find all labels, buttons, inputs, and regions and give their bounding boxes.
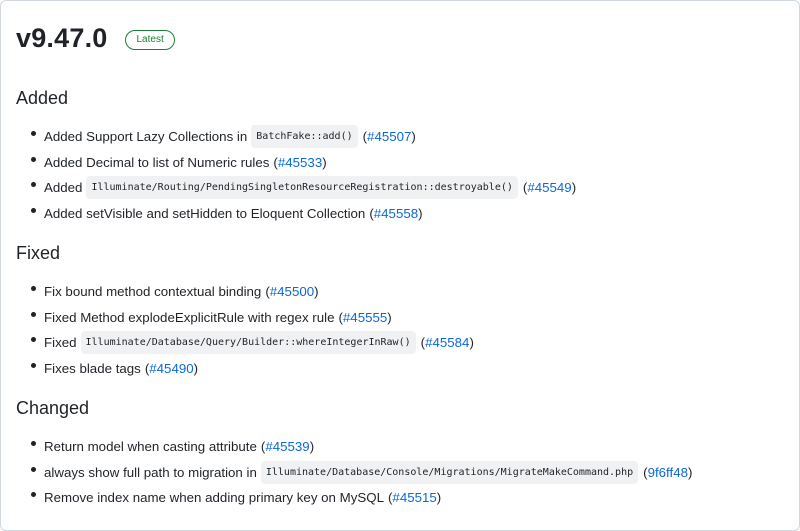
release-version-title: v9.47.0 bbox=[16, 23, 108, 53]
list-item: Fixed Method explodeExplicitRule with re… bbox=[16, 305, 786, 331]
list-item: Added Decimal to list of Numeric rules (… bbox=[16, 150, 786, 176]
item-text: Fixes blade tags bbox=[44, 360, 141, 376]
added-list: Added Support Lazy Collections in BatchF… bbox=[16, 124, 786, 226]
section-fixed: Fixed Fix bound method contextual bindin… bbox=[16, 243, 786, 381]
issue-link[interactable]: #45500 bbox=[270, 283, 314, 300]
item-text: Remove index name when adding primary ke… bbox=[44, 490, 384, 506]
issue-link[interactable]: #45539 bbox=[265, 438, 309, 455]
list-item: Fixes blade tags (#45490) bbox=[16, 356, 786, 382]
issue-link[interactable]: #45555 bbox=[343, 309, 387, 326]
release-card: v9.47.0 Latest Added Added Support Lazy … bbox=[0, 0, 800, 531]
list-item: Added Illuminate/Routing/PendingSingleto… bbox=[16, 175, 786, 201]
item-text: Added Decimal to list of Numeric rules bbox=[44, 154, 270, 170]
inline-code: BatchFake::add() bbox=[251, 125, 358, 149]
bullet-icon bbox=[31, 362, 36, 368]
list-item: Added setVisible and setHidden to Eloque… bbox=[16, 201, 786, 227]
item-text: Fix bound method contextual binding bbox=[44, 284, 262, 300]
item-text: Fixed Method explodeExplicitRule with re… bbox=[44, 309, 335, 325]
commit-link[interactable]: 9f6ff48 bbox=[648, 464, 688, 481]
list-item: Return model when casting attribute (#45… bbox=[16, 434, 786, 460]
changed-list: Return model when casting attribute (#45… bbox=[16, 434, 786, 511]
list-item: Added Support Lazy Collections in BatchF… bbox=[16, 124, 786, 150]
item-text: always show full path to migration in bbox=[44, 464, 257, 480]
item-text: Return model when casting attribute bbox=[44, 439, 257, 455]
fixed-list: Fix bound method contextual binding (#45… bbox=[16, 279, 786, 381]
bullet-icon bbox=[31, 337, 36, 342]
bullet-icon bbox=[31, 156, 36, 162]
bullet-icon bbox=[31, 207, 36, 213]
item-text: Added Support Lazy Collections in bbox=[44, 129, 248, 145]
list-item: Fixed Illuminate/Database/Query/Builder:… bbox=[16, 330, 786, 356]
section-added: Added Added Support Lazy Collections in … bbox=[16, 88, 786, 226]
issue-link[interactable]: #45515 bbox=[392, 489, 436, 506]
issue-link[interactable]: #45584 bbox=[425, 334, 469, 351]
issue-link[interactable]: #45549 bbox=[527, 179, 571, 196]
section-title-fixed: Fixed bbox=[16, 243, 61, 263]
bullet-icon bbox=[31, 466, 36, 472]
list-item: Remove index name when adding primary ke… bbox=[16, 485, 786, 511]
latest-badge: Latest bbox=[125, 30, 175, 50]
bullet-icon bbox=[31, 311, 36, 317]
bullet-icon bbox=[31, 131, 36, 136]
issue-link[interactable]: #45533 bbox=[278, 154, 322, 171]
section-title-added: Added bbox=[16, 88, 69, 108]
bullet-icon bbox=[31, 441, 36, 446]
item-text: Added bbox=[44, 180, 83, 196]
release-header: v9.47.0 Latest bbox=[16, 23, 175, 54]
list-item: always show full path to migration in Il… bbox=[16, 460, 786, 486]
list-item: Fix bound method contextual binding (#45… bbox=[16, 279, 786, 305]
inline-code: Illuminate/Routing/PendingSingletonResou… bbox=[86, 176, 518, 200]
bullet-icon bbox=[31, 182, 36, 187]
bullet-icon bbox=[31, 492, 36, 497]
issue-link[interactable]: #45558 bbox=[374, 205, 418, 222]
inline-code: Illuminate/Database/Query/Builder::where… bbox=[80, 331, 416, 355]
item-text: Fixed bbox=[44, 335, 77, 351]
item-text: Added setVisible and setHidden to Eloque… bbox=[44, 205, 366, 221]
issue-link[interactable]: #45490 bbox=[149, 360, 193, 377]
bullet-icon bbox=[31, 286, 36, 291]
section-changed: Changed Return model when casting attrib… bbox=[16, 398, 786, 511]
inline-code: Illuminate/Database/Console/Migrations/M… bbox=[260, 460, 639, 484]
section-title-changed: Changed bbox=[16, 398, 90, 418]
issue-link[interactable]: #45507 bbox=[367, 128, 411, 145]
